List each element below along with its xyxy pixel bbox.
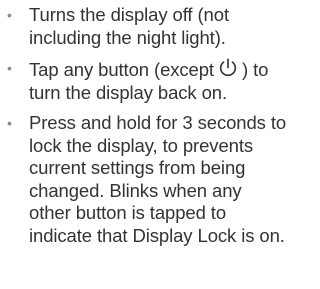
bullet-dot: • [7,115,12,131]
list-item: • Turns the display off (not including t… [0,4,288,49]
bullet-dot: • [7,60,12,76]
list-item-text: Tap any button (except) to turn the disp… [29,57,288,104]
power-icon [219,58,237,77]
list-item-text: Turns the display off (not including the… [29,4,229,48]
instruction-list: • Turns the display off (not including t… [0,4,288,255]
list-item: • Tap any button (except) to turn the di… [0,57,288,104]
text-before-icon: Tap any button (except [29,59,214,80]
list-item: • Press and hold for 3 seconds to lock t… [0,112,288,247]
bullet-dot: • [7,7,12,23]
list-item-text: Press and hold for 3 seconds to lock the… [29,112,287,246]
